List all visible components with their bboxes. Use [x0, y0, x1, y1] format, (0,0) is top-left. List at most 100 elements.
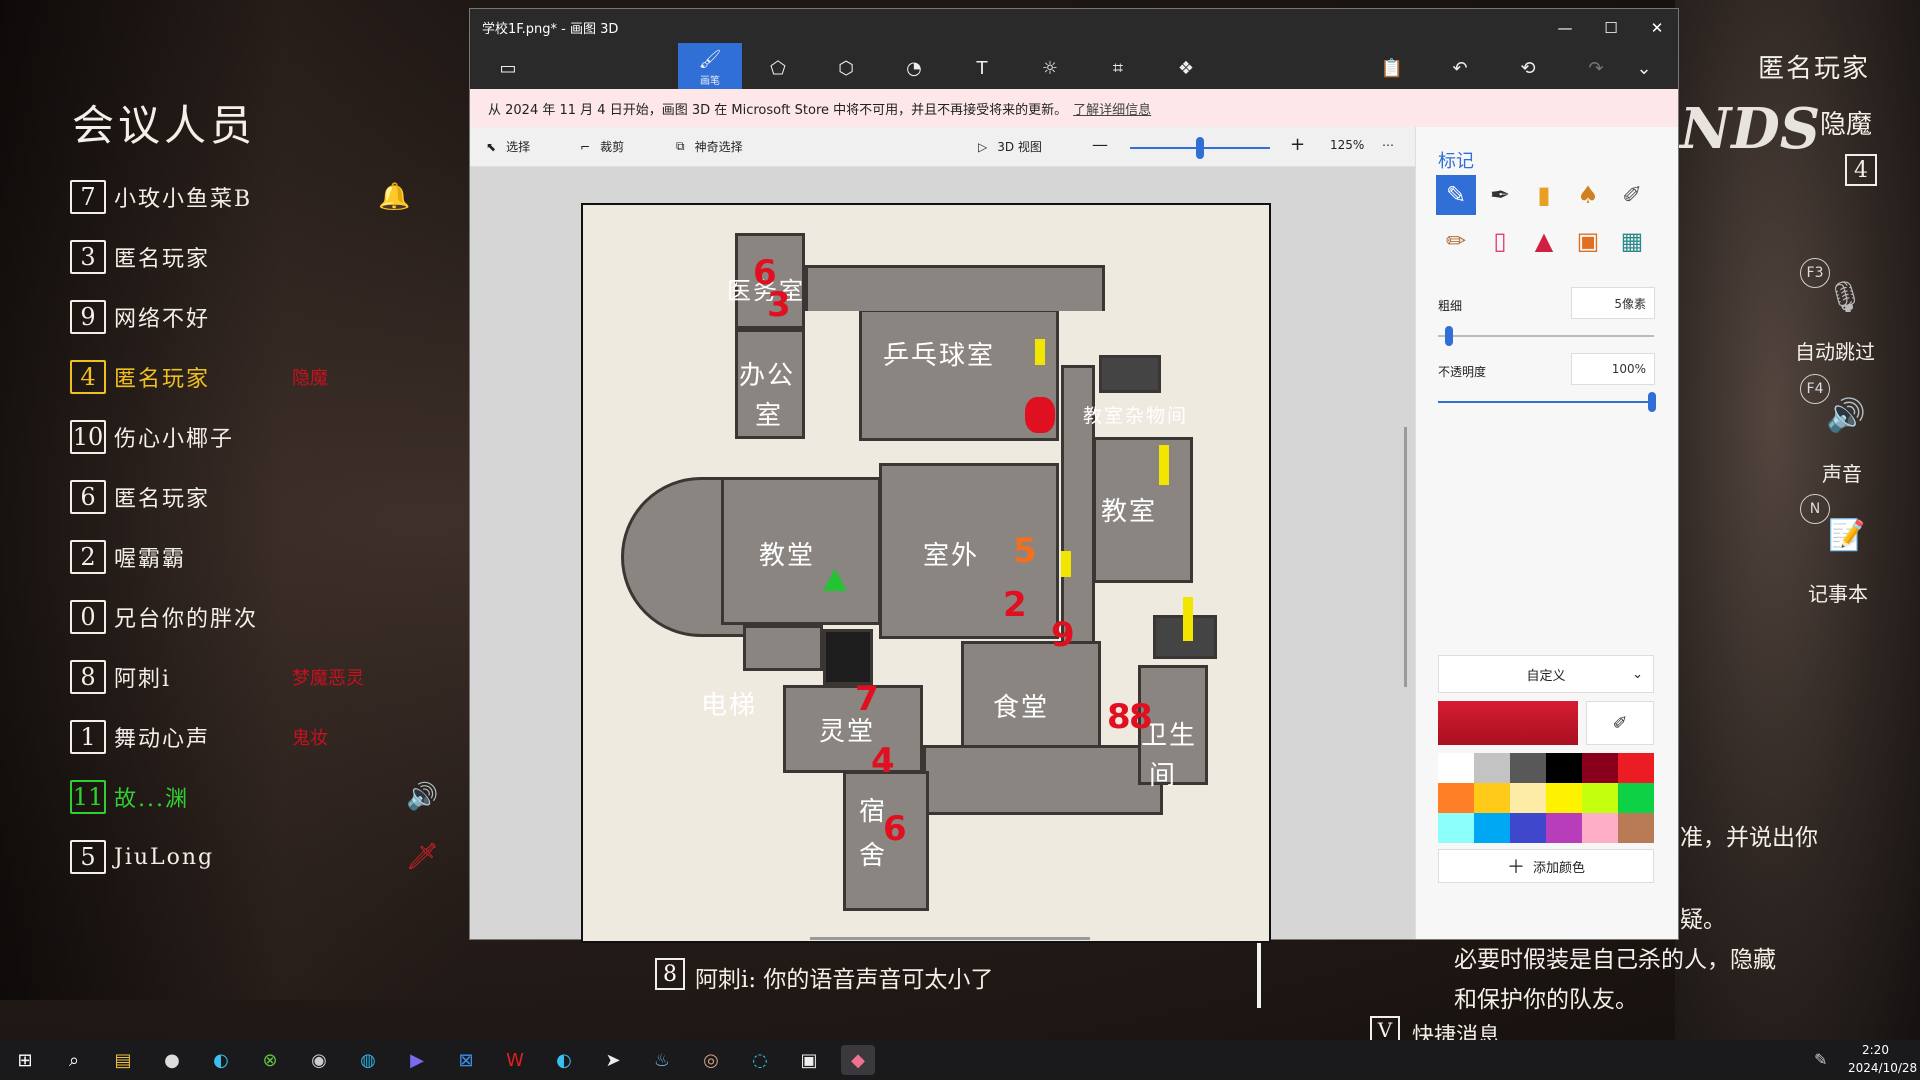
player-row[interactable]: 4 匿名玩家 隐魔 [70, 355, 450, 399]
taskbar-app-icon[interactable]: ◌ [743, 1045, 777, 1075]
more-options-icon[interactable]: ⋯ [1382, 138, 1394, 152]
calligraphy-pen-icon[interactable]: ✒ [1480, 175, 1520, 215]
color-swatch[interactable] [1618, 813, 1654, 843]
opacity-slider-thumb[interactable] [1648, 392, 1656, 412]
taskbar-app-icon[interactable]: ⊠ [449, 1045, 483, 1075]
player-row[interactable]: 11 故...渊 🔊 [70, 775, 450, 819]
quick-message-label[interactable]: 快捷消息 [1412, 1018, 1500, 1040]
pixel-pen-icon[interactable]: ✐ [1612, 175, 1652, 215]
thickness-slider[interactable] [1438, 335, 1654, 337]
thickness-slider-thumb[interactable] [1444, 326, 1453, 346]
crop-tool[interactable]: ⌐ 裁剪 [580, 138, 624, 155]
color-swatch[interactable] [1438, 783, 1474, 813]
maximize-button[interactable]: ☐ [1588, 13, 1634, 43]
player-row[interactable]: 5 JiuLong 🗡 [70, 835, 450, 879]
tool-canvas[interactable]: ⌗ [1086, 43, 1150, 93]
thickness-input[interactable]: 5像素 [1571, 287, 1655, 319]
color-swatch[interactable] [1582, 813, 1618, 843]
taskbar-app-icon[interactable]: ◍ [351, 1045, 385, 1075]
taskbar-app-icon[interactable]: ◎ [694, 1045, 728, 1075]
taskbar-app-icon[interactable]: ◐ [547, 1045, 581, 1075]
player-row[interactable]: 0 兄台你的胖次 [70, 595, 450, 639]
expand-chevron-icon[interactable]: ⌄ [1612, 43, 1676, 93]
zoom-level[interactable]: 125% [1330, 138, 1364, 152]
color-swatch[interactable] [1474, 783, 1510, 813]
school-floor-map[interactable]: 医务室 办公 室 乒乓球室 教室杂物间 教堂 室外 教室 电梯 灵堂 食堂 卫生… [581, 203, 1271, 943]
taskbar-app-icon[interactable]: ⌕ [57, 1045, 91, 1075]
eyedropper-icon[interactable]: ✐ [1586, 701, 1654, 745]
tool-stickers[interactable]: ◔ [882, 43, 946, 93]
taskbar-app-icon[interactable]: ◐ [204, 1045, 238, 1075]
tool-3d-library[interactable]: ❖ [1154, 43, 1218, 93]
player-row[interactable]: 8 阿刺i 梦魔恶灵 [70, 655, 450, 699]
color-swatch[interactable] [1546, 813, 1582, 843]
watercolor-icon[interactable]: ♠ [1568, 175, 1608, 215]
taskbar-app-icon[interactable]: ▶ [400, 1045, 434, 1075]
paint3d-window[interactable]: 学校1F.png* - 画图 3D — ☐ ✕ ▭ 🖌 画笔 ⬠ ⬡ ◔ T ☼ ⌗ ❖ 📋 ↶… [469, 8, 1680, 943]
taskbar-app-icon[interactable]: ◉ [302, 1045, 336, 1075]
zoom-slider-thumb[interactable] [1196, 137, 1204, 159]
player-row[interactable]: 1 舞动心声 鬼妆 [70, 715, 450, 759]
pen-icon[interactable]: ✎ [1814, 1050, 1827, 1069]
color-swatch[interactable] [1438, 813, 1474, 843]
color-swatch[interactable] [1510, 753, 1546, 783]
tool-3d-shapes[interactable]: ⬡ [814, 43, 878, 93]
notes-label[interactable]: 记事本 [1808, 578, 1868, 607]
pencil-icon[interactable]: ✏ [1436, 221, 1476, 261]
magic-select-tool[interactable]: ⧉ 神奇选择 [676, 138, 743, 155]
canvas-area[interactable]: 医务室 办公 室 乒乓球室 教室杂物间 教堂 室外 教室 电梯 灵堂 食堂 卫生… [470, 167, 1415, 943]
clock-date[interactable]: 2024/10/28 [1848, 1061, 1917, 1075]
learn-more-link[interactable]: 了解详细信息 [1073, 99, 1151, 118]
taskbar-app-icon[interactable]: ▤ [106, 1045, 140, 1075]
close-button[interactable]: ✕ [1634, 13, 1680, 43]
select-tool[interactable]: ⬉ 选择 [486, 138, 530, 155]
color-swatch[interactable] [1582, 753, 1618, 783]
opacity-input[interactable]: 100% [1571, 353, 1655, 385]
taskbar-app-icon[interactable]: W [498, 1045, 532, 1075]
mic-muted-icon[interactable]: 🎙 [1826, 280, 1864, 315]
player-row[interactable]: 9 网络不好 [70, 295, 450, 339]
taskbar-app-icon[interactable]: ⊗ [253, 1045, 287, 1075]
player-row[interactable]: 6 匿名玩家 [70, 475, 450, 519]
paste-icon[interactable]: 📋 [1360, 43, 1424, 93]
taskbar-app-icon[interactable]: ➤ [596, 1045, 630, 1075]
clock-time[interactable]: 2:20 [1862, 1043, 1889, 1057]
add-color-button[interactable]: ＋ 添加颜色 [1438, 849, 1654, 883]
player-row[interactable]: 2 喔霸霸 [70, 535, 450, 579]
fill-icon[interactable]: ▦ [1612, 221, 1652, 261]
taskbar-app-icon[interactable]: ▣ [792, 1045, 826, 1075]
zoom-out-button[interactable]: — [1092, 135, 1108, 154]
color-swatch[interactable] [1618, 783, 1654, 813]
color-swatch[interactable] [1510, 813, 1546, 843]
current-color[interactable] [1438, 701, 1578, 745]
minimize-button[interactable]: — [1542, 13, 1588, 43]
notes-icon[interactable]: 📝 [1828, 518, 1865, 553]
player-row[interactable]: 7 小玫小鱼菜B 🔔 [70, 175, 450, 219]
tool-brush[interactable]: 🖌 画笔 [678, 43, 742, 93]
canvas-scrollbar[interactable] [1404, 427, 1407, 687]
canvas-scrollbar-h[interactable] [810, 937, 1090, 940]
color-swatch[interactable] [1510, 783, 1546, 813]
player-row[interactable]: 10 伤心小椰子 [70, 415, 450, 459]
menu-icon[interactable]: ▭ [476, 43, 540, 93]
color-mode-dropdown[interactable]: 自定义 ⌄ [1438, 655, 1654, 693]
spray-can-icon[interactable]: ▣ [1568, 221, 1608, 261]
color-swatch[interactable] [1546, 783, 1582, 813]
taskbar-app-icon[interactable]: ● [155, 1045, 189, 1075]
color-swatch[interactable] [1474, 813, 1510, 843]
opacity-slider[interactable] [1438, 401, 1654, 403]
eraser-icon[interactable]: ▯ [1480, 221, 1520, 261]
auto-skip-label[interactable]: 自动跳过 [1795, 336, 1875, 365]
sound-icon[interactable]: 🔊 [1826, 396, 1866, 434]
tool-effects[interactable]: ☼ [1018, 43, 1082, 93]
tool-text[interactable]: T [950, 43, 1014, 93]
history-icon[interactable]: ⟲ [1496, 43, 1560, 93]
view-3d-toggle[interactable]: ▷ 3D 视图 [978, 138, 1042, 155]
color-swatch[interactable] [1438, 753, 1474, 783]
sound-label[interactable]: 声音 [1822, 458, 1862, 487]
player-row[interactable]: 3 匿名玩家 [70, 235, 450, 279]
crayon-icon[interactable]: ▲ [1524, 221, 1564, 261]
color-swatch[interactable] [1582, 783, 1618, 813]
color-swatch[interactable] [1546, 753, 1582, 783]
marker-brush-icon[interactable]: ✎ [1436, 175, 1476, 215]
